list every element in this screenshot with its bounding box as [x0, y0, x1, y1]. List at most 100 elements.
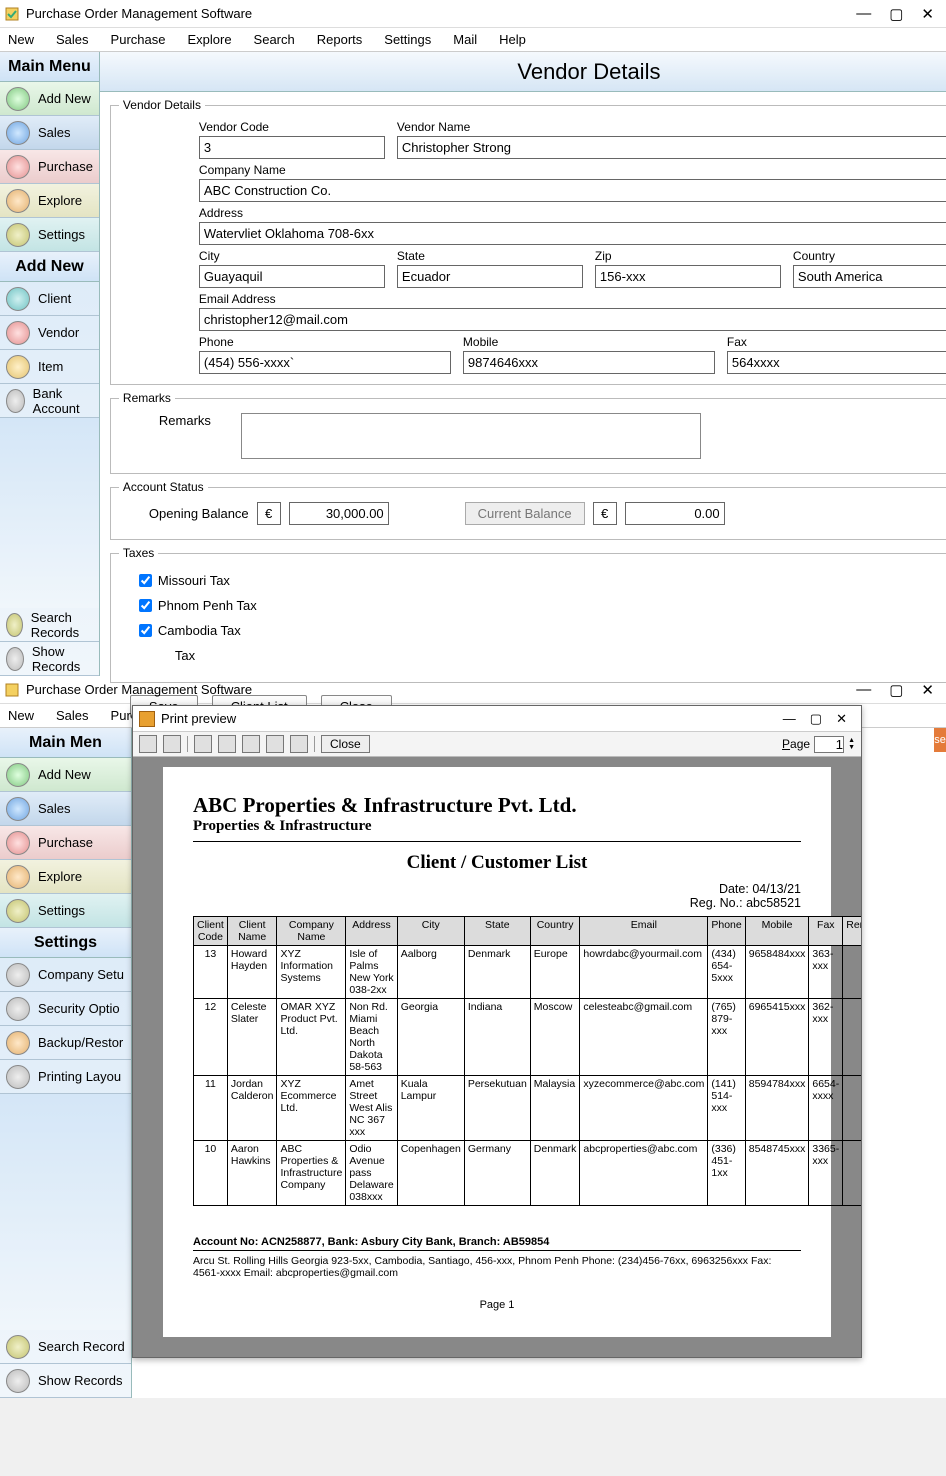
sidebar-client[interactable]: Client — [0, 282, 99, 316]
preview-page-input[interactable] — [814, 736, 844, 753]
truncated-se: se — [934, 728, 946, 752]
preview-print-icon[interactable] — [139, 735, 157, 753]
email-input[interactable] — [199, 308, 946, 331]
preview-zoom-icon[interactable] — [163, 735, 181, 753]
menu-settings[interactable]: Settings — [384, 32, 431, 47]
plus-icon — [6, 763, 30, 787]
state-input[interactable] — [397, 265, 583, 288]
sidebar-item[interactable]: Item — [0, 350, 99, 384]
lock-icon — [6, 997, 30, 1021]
phone-input[interactable] — [199, 351, 451, 374]
sidebar2-explore[interactable]: Explore — [0, 860, 131, 894]
item-icon — [6, 355, 30, 379]
menu-new-2[interactable]: New — [8, 708, 34, 723]
sidebar-vendor[interactable]: Vendor — [0, 316, 99, 350]
tax-total-label: Tax — [175, 648, 195, 663]
menu-search[interactable]: Search — [254, 32, 295, 47]
preview-6page-icon[interactable] — [290, 735, 308, 753]
sidebar-search-records[interactable]: Search Records — [0, 608, 99, 642]
sidebar2-company-setup[interactable]: Company Setu — [0, 958, 131, 992]
address-input[interactable] — [199, 222, 946, 245]
preview-4page-icon[interactable] — [266, 735, 284, 753]
report-account: Account No: ACN258877, Bank: Asbury City… — [193, 1236, 801, 1251]
sidebar-purchase[interactable]: Purchase — [0, 150, 99, 184]
table-row: 10Aaron HawkinsABC Properties & Infrastr… — [194, 1141, 862, 1206]
preview-close[interactable]: ✕ — [836, 711, 847, 727]
sidebar2-show-records[interactable]: Show Records — [0, 1364, 131, 1398]
menu-mail[interactable]: Mail — [453, 32, 477, 47]
sidebar2-add-new[interactable]: Add New — [0, 758, 131, 792]
sidebar2-security-options[interactable]: Security Optio — [0, 992, 131, 1026]
preview-2page-icon[interactable] — [218, 735, 236, 753]
preview-close-button[interactable]: Close — [321, 735, 370, 753]
city-input[interactable] — [199, 265, 385, 288]
cart-icon — [6, 155, 30, 179]
tax-checkbox[interactable] — [139, 574, 152, 587]
menu-reports[interactable]: Reports — [317, 32, 363, 47]
zip-input[interactable] — [595, 265, 781, 288]
bank-icon — [6, 389, 25, 413]
close-button[interactable]: ✕ — [921, 5, 934, 23]
page-up-icon[interactable]: ▲ — [848, 737, 855, 744]
sidebar-show-records[interactable]: Show Records — [0, 642, 99, 676]
taxes-legend: Taxes — [119, 546, 158, 560]
menu-sales[interactable]: Sales — [56, 32, 89, 47]
menu-new[interactable]: New — [8, 32, 34, 47]
current-currency[interactable] — [593, 502, 617, 525]
vendor-name-input[interactable] — [397, 136, 946, 159]
sidebar2-sales[interactable]: Sales — [0, 792, 131, 826]
sidebar-sales[interactable]: Sales — [0, 116, 99, 150]
report-page-number: Page 1 — [193, 1299, 801, 1311]
sidebar-settings[interactable]: Settings — [0, 218, 99, 252]
sidebar-add-new[interactable]: Add New — [0, 82, 99, 116]
sidebar-add-new-header: Add New — [0, 252, 99, 282]
remarks-textarea[interactable] — [241, 413, 701, 459]
maximize-button[interactable]: ▢ — [889, 5, 903, 23]
minimize-button[interactable]: — — [856, 5, 871, 23]
sidebar2-purchase[interactable]: Purchase — [0, 826, 131, 860]
vendor-icon — [6, 321, 30, 345]
tax-label: Missouri Tax — [158, 573, 230, 588]
report-subtitle: Properties & Infrastructure — [193, 818, 801, 842]
minimize-button-2[interactable]: — — [856, 681, 871, 699]
sidebar2-settings-header: Settings — [0, 928, 131, 958]
preview-minimize[interactable]: — — [783, 711, 796, 727]
company-name-input[interactable] — [199, 179, 946, 202]
explore-icon — [6, 865, 30, 889]
app-icon — [4, 682, 20, 698]
preview-app-icon — [139, 711, 155, 727]
tax-label: Phnom Penh Tax — [158, 598, 257, 613]
sidebar2-backup-restore[interactable]: Backup/Restor — [0, 1026, 131, 1060]
preview-3page-icon[interactable] — [242, 735, 260, 753]
current-balance-label: Current Balance — [465, 502, 585, 525]
sidebar2-printing-layout[interactable]: Printing Layou — [0, 1060, 131, 1094]
menu-help[interactable]: Help — [499, 32, 526, 47]
maximize-button-2[interactable]: ▢ — [889, 681, 903, 699]
search-icon — [6, 1335, 30, 1359]
current-balance-input[interactable] — [625, 502, 725, 525]
mobile-input[interactable] — [463, 351, 715, 374]
chart-icon — [6, 121, 30, 145]
sidebar-explore[interactable]: Explore — [0, 184, 99, 218]
opening-balance-input[interactable] — [289, 502, 389, 525]
country-input[interactable] — [793, 265, 946, 288]
vendor-code-input[interactable] — [199, 136, 385, 159]
sidebar2-settings[interactable]: Settings — [0, 894, 131, 928]
preview-1page-icon[interactable] — [194, 735, 212, 753]
fax-input[interactable] — [727, 351, 946, 374]
page-down-icon[interactable]: ▼ — [848, 744, 855, 751]
menu-sales-2[interactable]: Sales — [56, 708, 89, 723]
report-reg: abc58521 — [746, 896, 801, 910]
preview-maximize[interactable]: ▢ — [810, 711, 822, 727]
sidebar-bank-account[interactable]: Bank Account — [0, 384, 99, 418]
backup-icon — [6, 1031, 30, 1055]
sidebar2-search-records[interactable]: Search Record — [0, 1330, 131, 1364]
cart-icon — [6, 831, 30, 855]
close-button-2[interactable]: ✕ — [921, 681, 934, 699]
opening-currency[interactable] — [257, 502, 281, 525]
client-table: Client CodeClient NameCompany NameAddres… — [193, 916, 861, 1206]
tax-checkbox[interactable] — [139, 599, 152, 612]
menu-explore[interactable]: Explore — [187, 32, 231, 47]
tax-checkbox[interactable] — [139, 624, 152, 637]
menu-purchase[interactable]: Purchase — [111, 32, 166, 47]
